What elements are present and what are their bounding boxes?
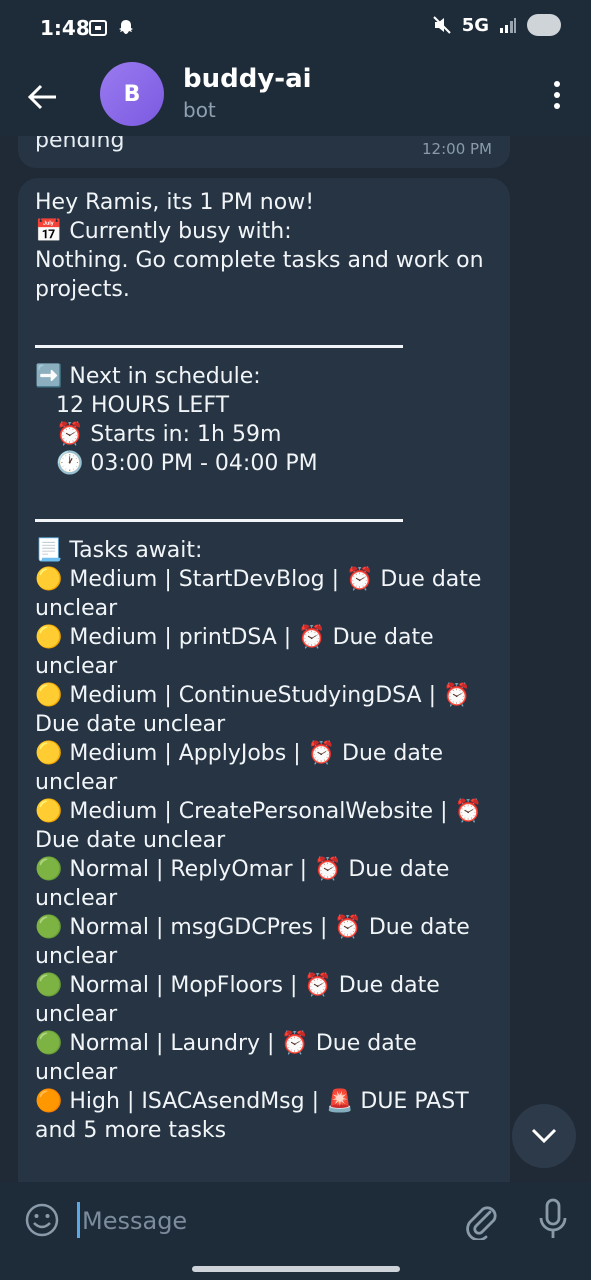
snapchat-icon <box>119 20 133 34</box>
network-type: 5G <box>461 14 489 36</box>
previous-message-time: 12:00 PM <box>422 140 492 158</box>
previous-message-text: pending <box>35 136 125 153</box>
status-right: 5G <box>432 14 561 36</box>
avatar[interactable]: B <box>100 62 164 126</box>
more-vert-icon[interactable] <box>553 80 561 110</box>
mute-icon <box>432 16 451 34</box>
screenshot-icon <box>89 20 107 36</box>
previous-message-bubble[interactable]: pending 12:00 PM <box>18 136 510 168</box>
status-time: 1:48 <box>40 16 90 40</box>
scroll-down-button[interactable] <box>512 1104 576 1168</box>
back-arrow-icon[interactable] <box>26 80 60 114</box>
battery-icon <box>527 14 561 36</box>
system-nav-bar <box>0 1256 591 1280</box>
message-input-bar <box>0 1182 591 1256</box>
message-text: Hey Ramis, its 1 PM now! 📅 Currently bus… <box>35 190 484 1143</box>
microphone-icon[interactable] <box>536 1198 570 1240</box>
emoji-icon[interactable] <box>24 1202 60 1238</box>
status-bar: 1:48 5G <box>0 0 591 60</box>
status-left-icons <box>88 18 136 38</box>
chat-title[interactable]: buddy-ai <box>183 64 312 94</box>
home-handle[interactable] <box>192 1266 400 1272</box>
chevron-down-icon <box>531 1128 557 1144</box>
chat-area[interactable]: pending 12:00 PM Hey Ramis, its 1 PM now… <box>0 136 591 1182</box>
chat-subtitle: bot <box>183 98 216 122</box>
message-bubble[interactable]: Hey Ramis, its 1 PM now! 📅 Currently bus… <box>18 178 510 1182</box>
divider-line <box>35 345 403 348</box>
signal-icon <box>500 18 516 33</box>
message-input[interactable] <box>80 1196 444 1246</box>
divider-line <box>35 519 403 522</box>
attach-icon[interactable] <box>462 1200 500 1240</box>
chat-header: B buddy-ai bot <box>0 60 591 136</box>
